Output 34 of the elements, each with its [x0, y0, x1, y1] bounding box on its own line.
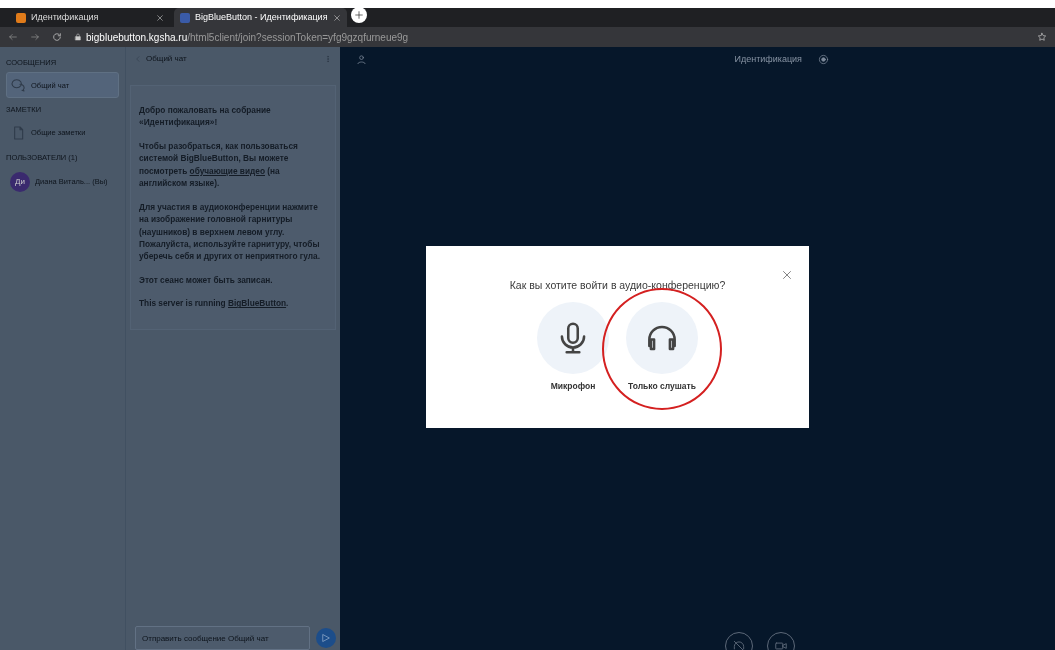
new-tab-button[interactable] [350, 7, 367, 23]
forward-icon [30, 32, 40, 42]
close-icon [781, 269, 793, 281]
chat-icon [10, 77, 26, 94]
star-icon [1037, 32, 1047, 42]
message-text: Для участия в аудиоконференции нажмите на изображение головной гарнитуры (наушников) в верхнем левом углу. Пожалуйста, используйте гарнитуру, чтобы уберечь себя и других от неприятного гула. [139, 200, 321, 263]
send-button[interactable] [316, 628, 336, 648]
message-text: Этот сеанс может быть записан. [139, 273, 274, 287]
message-text: This server is running BigBlueButton. [139, 297, 290, 310]
headphones-icon [732, 639, 746, 650]
message-text: Добро пожаловать на собрание «Идентификация»! [139, 104, 272, 129]
record-icon [818, 54, 829, 66]
user-avatar: Ди [10, 171, 30, 192]
send-icon [321, 633, 331, 643]
favicon-icon [16, 12, 26, 23]
close-icon [332, 13, 341, 22]
tab-title: BigBlueButton - Идентификация [195, 10, 328, 24]
lock-icon [74, 33, 82, 41]
dialog-question: Как вы хотите войти в аудио-конференцию? [508, 278, 727, 294]
back-icon [8, 32, 18, 42]
more-icon [324, 54, 332, 64]
close-icon [156, 13, 164, 22]
chat-title: Общий чат [146, 53, 188, 65]
camera-icon [774, 639, 788, 650]
favicon-icon [180, 12, 190, 23]
tab-title: Идентификация [31, 10, 100, 24]
user-icon [356, 54, 367, 66]
browser-tab[interactable]: BigBlueButton - Идентификация [174, 8, 347, 27]
message-input[interactable]: Отправить сообщение Общий чат [135, 626, 310, 650]
meeting-title: Идентификация [734, 53, 802, 66]
message-text: Чтобы разобраться, как пользоваться системой BigBlueButton, Вы можете посмотреть обучающие видео (на английском языке). [139, 139, 299, 190]
plus-icon [353, 10, 364, 20]
reload-icon [52, 32, 62, 42]
browser-tab[interactable]: Идентификация [10, 8, 170, 27]
